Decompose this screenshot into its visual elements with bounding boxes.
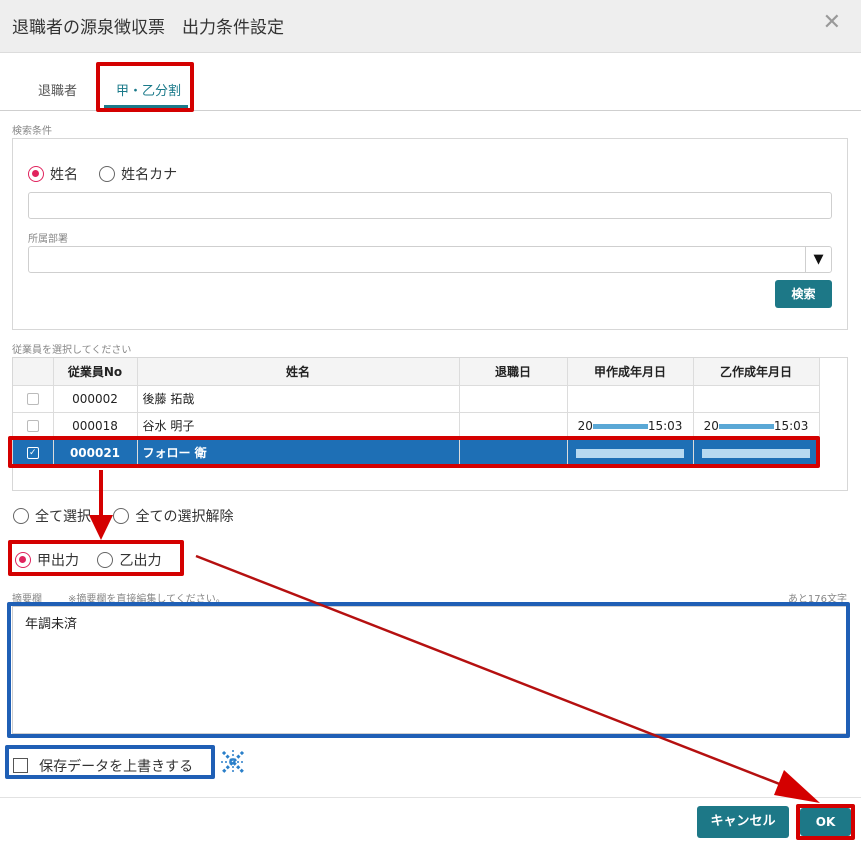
redacted-date bbox=[592, 423, 648, 429]
kou-date-prefix: 20 bbox=[577, 418, 593, 433]
radio-name[interactable] bbox=[28, 165, 44, 182]
cancel-button[interactable]: キャンセル bbox=[697, 806, 789, 838]
cell-employee-no: 000018 bbox=[53, 412, 138, 440]
radio-name-kana[interactable] bbox=[99, 165, 116, 182]
footer-divider bbox=[0, 797, 861, 798]
note-textarea[interactable]: 年調未済 bbox=[12, 606, 848, 734]
cell-kou-date: 20 15:03 bbox=[567, 412, 694, 440]
dialog-title: 退職者の源泉徴収票 出力条件設定 bbox=[12, 18, 284, 38]
col-name[interactable]: 姓名 bbox=[137, 358, 460, 386]
select-all-label: 全て選択 bbox=[35, 509, 91, 525]
row-checkbox[interactable] bbox=[26, 393, 39, 405]
cell-name: 谷水 明子 bbox=[137, 412, 460, 440]
cell-name: フォロー 衛 bbox=[137, 439, 460, 467]
radio-kou-output[interactable] bbox=[15, 552, 31, 568]
cell-kou-date bbox=[567, 439, 694, 467]
cell-otsu-date bbox=[693, 385, 820, 413]
output-radio-group: 甲出力 乙出力 bbox=[15, 550, 161, 570]
col-retire-date[interactable]: 退職日 bbox=[459, 358, 568, 386]
cell-otsu-date bbox=[693, 439, 820, 467]
row-checkbox-checked[interactable]: ✓ bbox=[26, 447, 39, 459]
dialog-header: 退職者の源泉徴収票 出力条件設定 ✕ bbox=[0, 0, 861, 53]
chevron-down-icon[interactable]: ▼ bbox=[805, 247, 831, 272]
col-kou-date[interactable]: 甲作成年月日 bbox=[567, 358, 694, 386]
col-employee-no[interactable]: 従業員No bbox=[53, 358, 138, 386]
overwrite-row: 保存データを上書きする bbox=[13, 755, 193, 776]
dept-select[interactable]: ▼ bbox=[28, 246, 832, 273]
note-remaining: あと176文字 bbox=[787, 594, 847, 605]
cell-retire-date bbox=[459, 385, 568, 413]
col-otsu-date[interactable]: 乙作成年月日 bbox=[693, 358, 820, 386]
cell-kou-date bbox=[567, 385, 694, 413]
radio-deselect-all[interactable] bbox=[113, 508, 130, 524]
radio-name-kana-label: 姓名カナ bbox=[121, 166, 178, 183]
employee-section-label: 従業員を選択してください bbox=[12, 345, 132, 356]
col-check bbox=[13, 358, 54, 386]
search-panel: 姓名 姓名カナ 所属部署 ▼ 検索 bbox=[12, 138, 848, 330]
kou-output-label: 甲出力 bbox=[37, 553, 79, 569]
deselect-all-label: 全ての選択解除 bbox=[135, 509, 234, 525]
kou-date-time: 15:03 bbox=[647, 418, 683, 433]
employee-table: 従業員No 姓名 退職日 甲作成年月日 乙作成年月日 000002 後藤 拓哉 … bbox=[12, 357, 848, 491]
overwrite-checkbox[interactable] bbox=[13, 758, 28, 773]
note-label: 摘要欄 bbox=[12, 594, 42, 605]
dept-label: 所属部署 bbox=[28, 234, 68, 245]
table-row[interactable]: 000002 後藤 拓哉 bbox=[13, 385, 820, 413]
row-checkbox[interactable] bbox=[26, 420, 39, 432]
name-type-radio-group: 姓名 姓名カナ bbox=[28, 163, 177, 184]
radio-select-all[interactable] bbox=[13, 508, 29, 524]
search-button[interactable]: 検索 bbox=[775, 280, 832, 308]
note-value: 年調未済 bbox=[25, 617, 78, 632]
arrow-head bbox=[774, 770, 820, 803]
overwrite-label: 保存データを上書きする bbox=[39, 758, 194, 775]
ok-button[interactable]: OK bbox=[800, 808, 851, 836]
close-icon[interactable]: ✕ bbox=[823, 10, 841, 35]
active-tab-indicator bbox=[104, 105, 188, 108]
redacted-date bbox=[576, 448, 684, 458]
cell-employee-no: 000021 bbox=[53, 439, 138, 467]
cell-retire-date bbox=[459, 439, 568, 467]
table-row-selected[interactable]: ✓ 000021 フォロー 衛 bbox=[13, 439, 820, 467]
otsu-date-time: 15:03 bbox=[773, 418, 809, 433]
note-hint: ※摘要欄を直接編集してください。 bbox=[68, 594, 226, 605]
sparkle-icon bbox=[219, 748, 247, 778]
search-section-label: 検索条件 bbox=[12, 126, 52, 137]
redacted-date bbox=[702, 448, 810, 458]
table-row[interactable]: 000018 谷水 明子 20 15:03 20 15:03 bbox=[13, 412, 820, 440]
tab-kou-otsu-split[interactable]: 甲・乙分割 bbox=[116, 80, 181, 99]
otsu-output-label: 乙出力 bbox=[119, 553, 162, 569]
cell-retire-date bbox=[459, 412, 568, 440]
table-header-row: 従業員No 姓名 退職日 甲作成年月日 乙作成年月日 bbox=[13, 358, 820, 386]
cell-otsu-date: 20 15:03 bbox=[693, 412, 820, 440]
cell-name: 後藤 拓哉 bbox=[137, 385, 460, 413]
radio-name-label: 姓名 bbox=[50, 166, 78, 183]
tab-bar: 退職者 甲・乙分割 bbox=[0, 53, 861, 111]
radio-otsu-output[interactable] bbox=[97, 552, 114, 568]
cell-employee-no: 000002 bbox=[53, 385, 138, 413]
selection-radio-group: 全て選択 全ての選択解除 bbox=[13, 506, 233, 526]
redacted-date bbox=[718, 423, 774, 429]
otsu-date-prefix: 20 bbox=[703, 418, 719, 433]
name-search-input[interactable] bbox=[28, 192, 832, 219]
tab-retirees[interactable]: 退職者 bbox=[38, 80, 77, 99]
